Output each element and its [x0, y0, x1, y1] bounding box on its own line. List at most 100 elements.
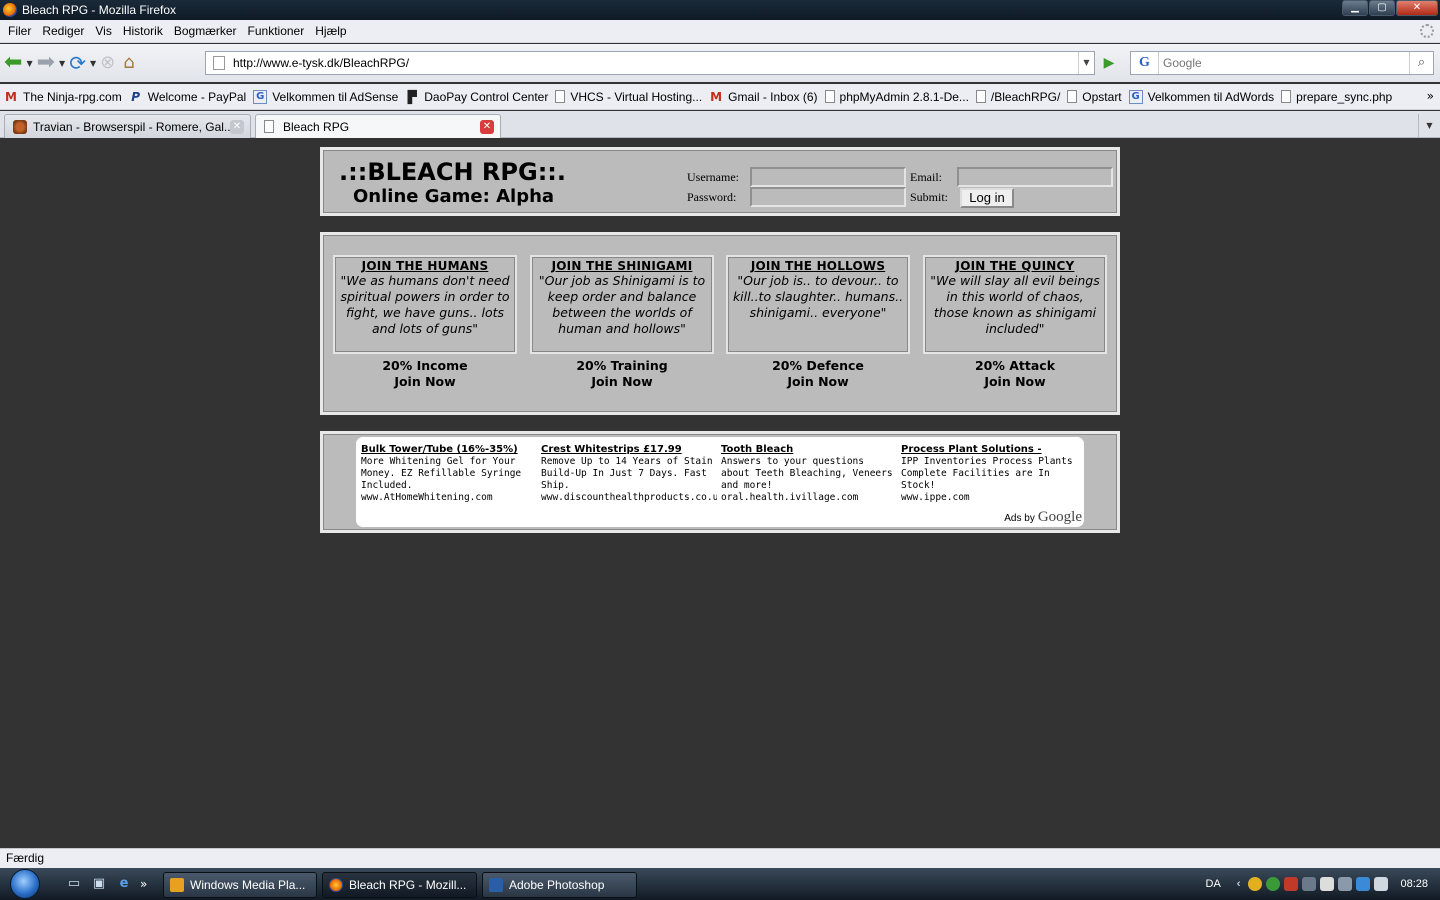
email-input[interactable] [957, 167, 1113, 187]
ads-by-google-link[interactable]: Ads by Google [1004, 509, 1082, 526]
reload-icon: ⟳ [69, 51, 86, 75]
join-quincy-link[interactable]: JOIN THE QUINCY [928, 259, 1102, 273]
site-logo-title: .::BLEACH RPG::. [339, 158, 567, 186]
bookmarks-toolbar: M The Ninja-rpg.com P Welcome - PayPal G Ve… [0, 84, 1440, 110]
search-bar[interactable]: G ⌕ [1130, 51, 1434, 75]
home-button[interactable]: ⌂ [123, 50, 134, 76]
url-text[interactable]: http://www.e-tysk.dk/BleachRPG/ [233, 56, 409, 70]
bookmark-adwords[interactable]: G Velkommen til AdWords [1128, 89, 1274, 104]
join-shinigami-link[interactable]: JOIN THE SHINIGAMI [535, 259, 709, 273]
menu-historik[interactable]: Historik [119, 24, 170, 38]
internet-explorer-icon[interactable]: e [114, 876, 134, 892]
volume-icon[interactable] [1374, 877, 1389, 891]
menu-bogmaerker[interactable]: Bogmærker [170, 24, 244, 38]
password-input[interactable] [750, 187, 906, 207]
back-history-dropdown-icon[interactable]: ▼ [26, 59, 32, 68]
menu-rediger[interactable]: Rediger [38, 24, 91, 38]
start-button[interactable] [0, 868, 44, 900]
join-now-quincy[interactable]: Join Now [923, 374, 1107, 390]
home-icon: ⌂ [123, 52, 135, 73]
header-panel: .::BLEACH RPG::. Online Game: Alpha User… [320, 147, 1120, 216]
bookmark-paypal[interactable]: P Welcome - PayPal [129, 90, 246, 104]
tab-travian[interactable]: Travian - Browserspil - Romere, Gal... ✕ [4, 114, 251, 138]
tray-expand-icon[interactable]: ‹ [1237, 878, 1241, 890]
google-search-engine-icon[interactable]: G [1131, 52, 1159, 74]
stop-button[interactable]: ⊗ [100, 50, 115, 76]
ad-unit[interactable]: Crest Whitestrips £17.99 Remove Up to 14… [541, 444, 717, 504]
search-magnifier-icon[interactable]: ⌕ [1409, 52, 1433, 74]
page-icon [213, 56, 225, 70]
join-humans-link[interactable]: JOIN THE HUMANS [338, 259, 512, 273]
bookmark-bleachrpg[interactable]: /BleachRPG/ [975, 90, 1060, 104]
bookmark-opstart[interactable]: Opstart [1067, 90, 1122, 104]
ad-unit[interactable]: Bulk Tower/Tube (16%-35%) More Whitening… [361, 444, 537, 504]
page-content: .::BLEACH RPG::. Online Game: Alpha User… [0, 139, 1440, 848]
join-now-humans[interactable]: Join Now [333, 374, 517, 390]
bookmark-ninja-rpg[interactable]: M The Ninja-rpg.com [4, 90, 122, 104]
bookmark-adsense[interactable]: G Velkommen til AdSense [253, 89, 398, 104]
google-icon: G [253, 89, 268, 104]
google-ads-box: Bulk Tower/Tube (16%-35%) More Whitening… [356, 437, 1084, 527]
google-logo-text: Google [1037, 509, 1082, 525]
join-now-hollows[interactable]: Join Now [726, 374, 910, 390]
tray-app-icon[interactable] [1266, 877, 1281, 891]
switch-windows-icon[interactable]: ▣ [89, 876, 109, 892]
menu-filer[interactable]: Filer [4, 24, 38, 38]
taskbar-firefox[interactable]: Bleach RPG - Mozill... [322, 872, 477, 898]
minimize-button[interactable]: ▁ [1342, 0, 1368, 16]
submit-label: Submit: [910, 190, 949, 204]
menu-hjaelp[interactable]: Hjælp [311, 24, 353, 38]
bookmark-daopay[interactable]: ▛ DaoPay Control Center [405, 90, 549, 104]
ad-unit[interactable]: Process Plant Solutions - IPP Inventorie… [901, 444, 1077, 504]
bookmark-phpmyadmin[interactable]: phpMyAdmin 2.8.1-De... [824, 90, 969, 104]
url-history-dropdown-icon[interactable]: ▼ [1078, 52, 1094, 74]
forward-button[interactable]: ➡ [37, 50, 55, 76]
maximize-button[interactable]: ▢ [1369, 0, 1395, 16]
status-bar: Færdig [0, 848, 1440, 868]
username-label: Username: [687, 170, 739, 184]
bookmark-vhcs[interactable]: VHCS - Virtual Hosting... [555, 90, 702, 104]
quicklaunch-overflow-icon[interactable]: » [140, 877, 147, 891]
join-now-shinigami[interactable]: Join Now [530, 374, 714, 390]
taskbar-media-player[interactable]: Windows Media Pla... [163, 872, 317, 898]
file-icon [975, 90, 986, 103]
tab-close-icon[interactable]: ✕ [480, 120, 494, 134]
faction-quote: "Our job is.. to devour.. to kill..to sl… [732, 273, 904, 320]
username-input[interactable] [750, 167, 906, 187]
search-input[interactable] [1163, 56, 1403, 70]
url-bar[interactable]: http://www.e-tysk.dk/BleachRPG/ ▼ [205, 51, 1095, 75]
close-window-button[interactable]: ✕ [1396, 0, 1438, 16]
bookmarks-overflow-chevron-icon[interactable]: » [1427, 89, 1434, 103]
reload-dropdown-icon[interactable]: ▼ [90, 59, 96, 68]
tab-bar: Travian - Browserspil - Romere, Gal... ✕… [0, 111, 1440, 138]
tray-app-icon[interactable] [1248, 877, 1263, 891]
menu-funktioner[interactable]: Funktioner [244, 24, 312, 38]
network-icon[interactable] [1356, 877, 1371, 891]
bookmark-prepare-sync[interactable]: prepare_sync.php [1281, 90, 1392, 104]
go-button[interactable]: ▶ [1098, 53, 1120, 73]
language-indicator[interactable]: DA [1206, 878, 1221, 890]
file-icon [824, 90, 835, 103]
ad-unit[interactable]: Tooth Bleach Answers to your questions a… [721, 444, 897, 504]
taskbar-photoshop[interactable]: Adobe Photoshop [482, 872, 637, 898]
tab-list-dropdown-icon[interactable]: ▼ [1418, 114, 1440, 138]
show-desktop-icon[interactable]: ▭ [64, 876, 84, 892]
faction-shinigami: JOIN THE SHINIGAMI "Our job as Shinigami… [530, 255, 714, 390]
reload-button[interactable]: ⟳ [69, 50, 86, 76]
ads-panel: Bulk Tower/Tube (16%-35%) More Whitening… [320, 431, 1120, 533]
file-icon [1281, 90, 1292, 103]
forward-history-dropdown-icon[interactable]: ▼ [59, 59, 65, 68]
join-hollows-link[interactable]: JOIN THE HOLLOWS [731, 259, 905, 273]
tab-close-icon[interactable]: ✕ [230, 120, 244, 134]
tab-bleach-rpg[interactable]: Bleach RPG ✕ [255, 114, 501, 138]
tray-app-icon[interactable] [1284, 877, 1299, 891]
tray-app-icon[interactable] [1320, 877, 1335, 891]
faction-card: JOIN THE QUINCY "We will slay all evil b… [923, 255, 1107, 354]
tray-app-icon[interactable] [1338, 877, 1353, 891]
back-button[interactable]: ⬅ [4, 50, 22, 76]
bookmark-gmail[interactable]: M Gmail - Inbox (6) [709, 90, 817, 104]
tray-app-icon[interactable] [1302, 877, 1317, 891]
clock[interactable]: 08:28 [1400, 878, 1428, 890]
menu-vis[interactable]: Vis [91, 24, 118, 38]
login-button[interactable]: Log in [960, 188, 1014, 208]
